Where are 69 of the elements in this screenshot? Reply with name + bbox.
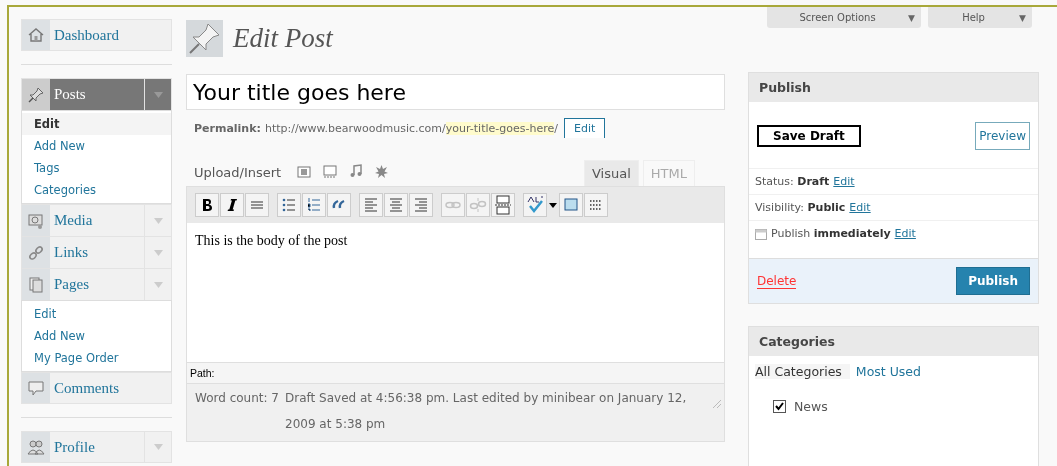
align-left-icon	[362, 195, 380, 215]
publish-setting-text: Visibility: Public	[755, 201, 846, 214]
edit-link[interactable]: Edit	[894, 227, 916, 240]
publish-button[interactable]: Publish	[956, 267, 1030, 295]
preview-button[interactable]: Preview	[975, 122, 1030, 150]
spellcheck-icon	[526, 195, 544, 215]
dropdown-arrow-icon[interactable]	[153, 217, 163, 224]
image-icon[interactable]	[297, 166, 312, 178]
draft-saved-note: Draft Saved at 4:56:38 pm. Last edited by minibear on January 12, 2009 at 5:38 pm	[285, 390, 688, 433]
pages-icon	[27, 275, 45, 294]
upload-insert-label: Upload/Insert	[193, 165, 283, 182]
sidebar-item[interactable]: Pages	[21, 268, 172, 300]
post-body-editor[interactable]: This is the body of the post	[186, 223, 725, 363]
submenu-item[interactable]: Edit	[22, 113, 171, 135]
sidebar-item[interactable]: Posts	[21, 78, 172, 110]
checkbox[interactable]	[773, 400, 786, 413]
editor-tab[interactable]: Visual	[584, 160, 639, 186]
category-label: News	[794, 399, 828, 414]
sidebar-item[interactable]: Comments	[21, 372, 172, 404]
permalink-text: Permalink: http://www.bearwoodmusic.com/your-title-goes-here/	[194, 121, 558, 135]
submenu-item[interactable]: Add New	[22, 325, 171, 347]
sidebar-item[interactable]: Profile	[21, 431, 172, 463]
submenu-item[interactable]: Edit	[22, 303, 171, 325]
dropdown-arrow-icon[interactable]	[153, 444, 163, 450]
submenu-item[interactable]: My Page Order	[22, 347, 171, 369]
submenu-item[interactable]: Tags	[22, 157, 171, 179]
delete-link[interactable]: Delete	[757, 273, 797, 289]
unlink-icon	[469, 195, 487, 215]
edit-permalink-button[interactable]: Edit	[563, 118, 606, 138]
sidebar-item[interactable]: Links	[21, 236, 172, 268]
title-field[interactable]: Your title goes here	[186, 74, 725, 110]
submenu-item[interactable]: Categories	[22, 179, 171, 201]
chain-link-icon	[27, 243, 45, 262]
pushpin-icon	[27, 85, 45, 104]
toolbar-button[interactable]	[220, 193, 244, 217]
page-title: Edit Post	[233, 22, 333, 54]
dropdown-arrow-icon[interactable]	[153, 249, 163, 256]
panel-title: Categories	[749, 327, 1038, 356]
music-note-icon[interactable]	[349, 164, 364, 178]
speech-bubble-icon	[27, 379, 45, 397]
people-icon	[27, 438, 45, 456]
camera-icon	[27, 211, 45, 230]
video-icon[interactable]	[323, 165, 338, 178]
star-burst-icon[interactable]	[375, 165, 389, 178]
dropdown-arrow-icon[interactable]	[153, 281, 163, 288]
screen-options-button[interactable]: Screen Options ▼	[767, 7, 921, 28]
help-button[interactable]: Help ▼	[928, 7, 1032, 28]
page-break-icon	[494, 195, 512, 215]
edit-link[interactable]: Edit	[833, 175, 855, 188]
sidebar-item[interactable]: Dashboard	[21, 19, 172, 51]
category-tab[interactable]: All Categories	[755, 364, 850, 379]
panel-title: Publish	[749, 73, 1038, 102]
path-label: Path:	[190, 367, 215, 379]
house-icon	[27, 26, 45, 44]
sidebar-item[interactable]: Media	[21, 204, 172, 236]
publish-setting-text: Publish immediately	[771, 227, 891, 240]
align-right-icon	[412, 195, 430, 215]
category-tab[interactable]: Most Used	[855, 364, 921, 379]
word-count: Word count: 7	[195, 390, 280, 407]
check-icon	[775, 402, 784, 411]
resize-grip-icon[interactable]	[711, 398, 721, 408]
edit-link[interactable]: Edit	[849, 201, 871, 214]
dropdown-arrow-icon[interactable]	[153, 91, 163, 98]
toolbar-button[interactable]	[195, 193, 219, 217]
save-draft-button[interactable]: Save Draft	[757, 125, 861, 147]
submenu-item[interactable]: Add New	[22, 135, 171, 157]
calendar-icon	[755, 227, 767, 240]
publish-setting-text: Status: Draft	[755, 175, 830, 188]
align-center-icon	[387, 195, 405, 215]
